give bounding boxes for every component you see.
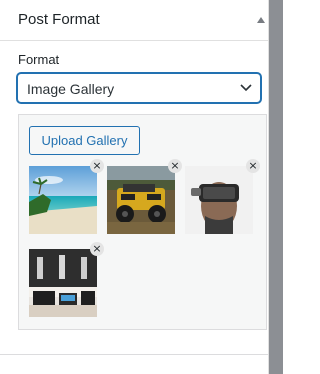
divider <box>0 354 268 355</box>
format-label: Format <box>18 52 60 67</box>
next-panel-peek <box>66 366 84 374</box>
format-select-value: Image Gallery <box>27 81 115 97</box>
remove-image-icon[interactable]: × <box>90 242 104 256</box>
scrollbar[interactable] <box>269 0 283 374</box>
panel-header[interactable]: Post Format <box>0 0 268 40</box>
triangle-up-icon[interactable] <box>254 13 268 27</box>
gallery-image-beach[interactable] <box>29 166 97 234</box>
chevron-down-icon <box>240 84 252 92</box>
post-format-panel: Post Format Format Image Gallery Upload … <box>0 0 269 374</box>
panel-title: Post Format <box>18 11 100 28</box>
remove-image-icon[interactable]: × <box>168 159 182 173</box>
divider <box>0 40 268 41</box>
remove-image-icon[interactable]: × <box>90 159 104 173</box>
format-select[interactable]: Image Gallery <box>17 73 261 103</box>
remove-image-icon[interactable]: × <box>246 159 260 173</box>
upload-gallery-button[interactable]: Upload Gallery <box>29 126 140 155</box>
gallery-image-laptops[interactable] <box>29 249 97 317</box>
gallery-image-jeep[interactable] <box>107 166 175 234</box>
gallery-image-vr-headset[interactable] <box>185 166 253 234</box>
